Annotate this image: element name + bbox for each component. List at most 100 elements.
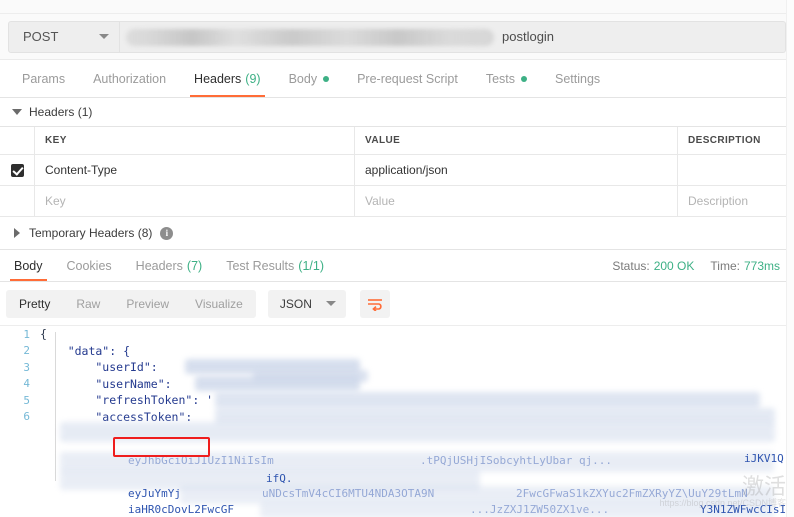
response-language-label: JSON <box>279 296 312 311</box>
column-header-value: VALUE <box>355 127 678 154</box>
table-row-placeholder[interactable]: Key Value Description <box>0 186 794 217</box>
chevron-down-icon <box>99 34 109 39</box>
response-tab-test-results[interactable]: Test Results (1/1) <box>214 250 336 281</box>
tab-settings-label: Settings <box>555 71 601 86</box>
status-badge[interactable]: Status: 200 OK <box>612 259 694 273</box>
table-row[interactable]: Content-Type application/json <box>0 155 794 186</box>
response-tab-test-results-count: (1/1) <box>298 258 324 273</box>
chevron-down-icon <box>12 109 22 115</box>
tab-params[interactable]: Params <box>8 60 79 97</box>
request-url-text: postlogin <box>502 29 555 44</box>
tab-body-label: Body <box>288 71 318 86</box>
placeholder-key-input[interactable]: Key <box>35 186 355 216</box>
response-tab-cookies[interactable]: Cookies <box>55 250 124 281</box>
chevron-right-icon <box>14 228 20 238</box>
row-checkbox-cell[interactable] <box>0 155 35 185</box>
format-raw-button[interactable]: Raw <box>63 290 113 318</box>
response-language-select[interactable]: JSON <box>267 289 346 318</box>
info-icon[interactable]: i <box>160 226 174 240</box>
headers-table-header-row: KEY VALUE DESCRIPTION <box>0 127 794 155</box>
token-fragment: ...JzZXJ1ZW50ZX1ve... <box>470 503 610 516</box>
line-number: 2 <box>23 344 30 358</box>
checkbox-checked-icon[interactable] <box>10 163 24 177</box>
status-label: Status: <box>612 258 650 273</box>
line-number: 6 <box>23 410 30 424</box>
word-wrap-toggle[interactable] <box>359 289 390 318</box>
placeholder-checkbox-cell <box>0 186 35 216</box>
token-fragment: iJKV1Q <box>744 452 784 465</box>
tab-body[interactable]: Body <box>275 60 344 97</box>
code-line: 1 { <box>0 326 794 343</box>
token-fragment: iaHR0cDovL2FwcGF <box>128 503 234 516</box>
format-visualize-button[interactable]: Visualize <box>182 290 256 318</box>
header-row-check-column <box>0 127 35 154</box>
column-header-key: KEY <box>35 127 355 154</box>
tab-pre-request-script-label: Pre-request Script <box>357 71 458 86</box>
request-tabs: Params Authorization Headers (9) Body Pr… <box>0 60 794 98</box>
vertical-scrollbar-gutter[interactable] <box>786 0 794 517</box>
response-tab-cookies-label: Cookies <box>66 258 112 273</box>
tab-params-label: Params <box>22 71 66 86</box>
line-content: { <box>40 327 47 342</box>
line-content: "data": { <box>40 343 131 358</box>
redacted-value-blur <box>60 422 775 442</box>
redacted-value-blur <box>195 376 360 391</box>
response-body-toolbar: Pretty Raw Preview Visualize JSON <box>0 282 794 326</box>
code-line: 4 "userName": <box>0 376 794 393</box>
tab-tests[interactable]: Tests <box>472 60 541 97</box>
postman-window: POST postlogin Params Authorization Head… <box>0 0 794 517</box>
body-indicator-dot-icon <box>323 75 330 82</box>
time-label: Time: <box>710 258 740 273</box>
tab-headers-count: (9) <box>245 71 261 86</box>
line-number: 5 <box>23 393 30 407</box>
line-number: 1 <box>23 327 30 341</box>
response-tab-body[interactable]: Body <box>2 250 55 281</box>
line-content: "userName": <box>40 376 172 391</box>
response-tab-body-label: Body <box>14 258 43 273</box>
code-line: 3 "userId": <box>0 359 794 376</box>
column-header-description: DESCRIPTION <box>688 135 761 146</box>
temporary-headers-toggle[interactable]: Temporary Headers (8) i <box>0 217 794 250</box>
tab-settings[interactable]: Settings <box>541 60 614 97</box>
request-url-input[interactable]: postlogin <box>120 20 786 53</box>
token-fragment: Y3N1ZWFwcCIsInBhcmVudH <box>700 503 794 516</box>
row-value-input[interactable]: application/json <box>355 155 678 185</box>
format-pretty-button[interactable]: Pretty <box>6 290 63 318</box>
time-badge[interactable]: Time: 773ms <box>710 259 780 273</box>
http-method-label: POST <box>23 29 59 44</box>
token-fragment: uNDcsTmV4cCI6MTU4NDA3OTA9N <box>262 487 435 500</box>
row-key-input[interactable]: Content-Type <box>35 155 355 185</box>
line-number: 3 <box>23 360 30 374</box>
response-tab-headers-count: (7) <box>186 258 203 273</box>
tab-pre-request-script[interactable]: Pre-request Script <box>343 60 472 97</box>
window-top-strip <box>0 0 794 14</box>
tests-indicator-dot-icon <box>521 75 527 82</box>
word-wrap-icon <box>367 298 382 311</box>
response-status-bar: Status: 200 OK Time: 773ms <box>612 250 794 281</box>
request-url-bar: POST postlogin <box>0 14 794 60</box>
status-value: 200 OK <box>653 258 695 273</box>
tab-authorization-label: Authorization <box>93 71 167 86</box>
response-tab-headers-label: Headers <box>135 258 183 273</box>
tab-headers[interactable]: Headers (9) <box>180 60 275 97</box>
response-tab-headers[interactable]: Headers (7) <box>124 250 215 281</box>
response-tab-test-results-label: Test Results <box>226 258 295 273</box>
token-fragment: ifQ. <box>266 472 293 485</box>
row-description-input[interactable] <box>678 155 794 185</box>
line-content: "userId": <box>40 360 158 375</box>
token-fragment: eyJhbGciOiJIUzI1NiIsIm <box>128 454 274 467</box>
placeholder-description-input[interactable]: Description <box>678 186 794 216</box>
placeholder-value-input[interactable]: Value <box>355 186 678 216</box>
redacted-value-blur <box>215 392 760 408</box>
headers-section-toggle[interactable]: Headers (1) <box>0 98 794 126</box>
tab-headers-label: Headers <box>194 71 242 86</box>
http-method-select[interactable]: POST <box>8 20 120 53</box>
token-fragment: eyJuYmYj <box>128 487 181 500</box>
line-content: "refreshToken": ' <box>40 393 214 408</box>
tab-authorization[interactable]: Authorization <box>79 60 180 97</box>
tab-tests-label: Tests <box>485 71 515 86</box>
format-preview-button[interactable]: Preview <box>113 290 182 318</box>
temporary-headers-title: Temporary Headers (8) <box>29 226 153 240</box>
token-fragment: .tPQjUSHjISobcyhtLyUbar qj... <box>420 454 613 467</box>
line-number: 4 <box>23 377 30 391</box>
